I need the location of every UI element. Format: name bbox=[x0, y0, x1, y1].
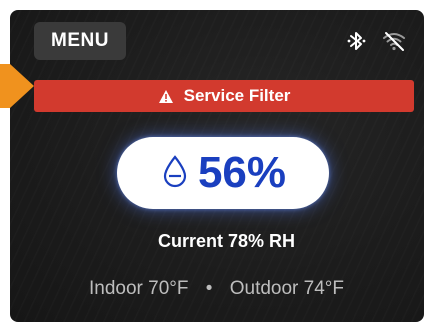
humidity-setpoint[interactable]: 56% bbox=[117, 137, 329, 209]
humidity-value: 56% bbox=[197, 148, 287, 197]
wifi-off-icon bbox=[382, 30, 406, 52]
temperature-readout: Indoor 70°F • Outdoor 74°F bbox=[0, 278, 433, 300]
thermostat-device: MENU Service Filter 56% Current 78% RH I… bbox=[0, 0, 433, 331]
status-icons bbox=[346, 30, 406, 52]
menu-button[interactable]: MENU bbox=[34, 22, 126, 60]
callout-arrow-icon bbox=[0, 64, 34, 108]
alert-text: Service Filter bbox=[183, 86, 291, 105]
separator-dot: • bbox=[205, 278, 213, 299]
outdoor-temp: Outdoor 74°F bbox=[229, 278, 344, 299]
droplet-icon bbox=[160, 154, 190, 193]
indoor-temp: Indoor 70°F bbox=[89, 278, 189, 299]
thermostat-screen: MENU Service Filter 56% Current 78% RH bbox=[10, 10, 424, 322]
current-humidity: Current 78% RH bbox=[157, 231, 296, 251]
warning-icon bbox=[158, 89, 174, 104]
bluetooth-icon bbox=[346, 30, 368, 52]
service-filter-alert[interactable]: Service Filter bbox=[34, 80, 414, 112]
